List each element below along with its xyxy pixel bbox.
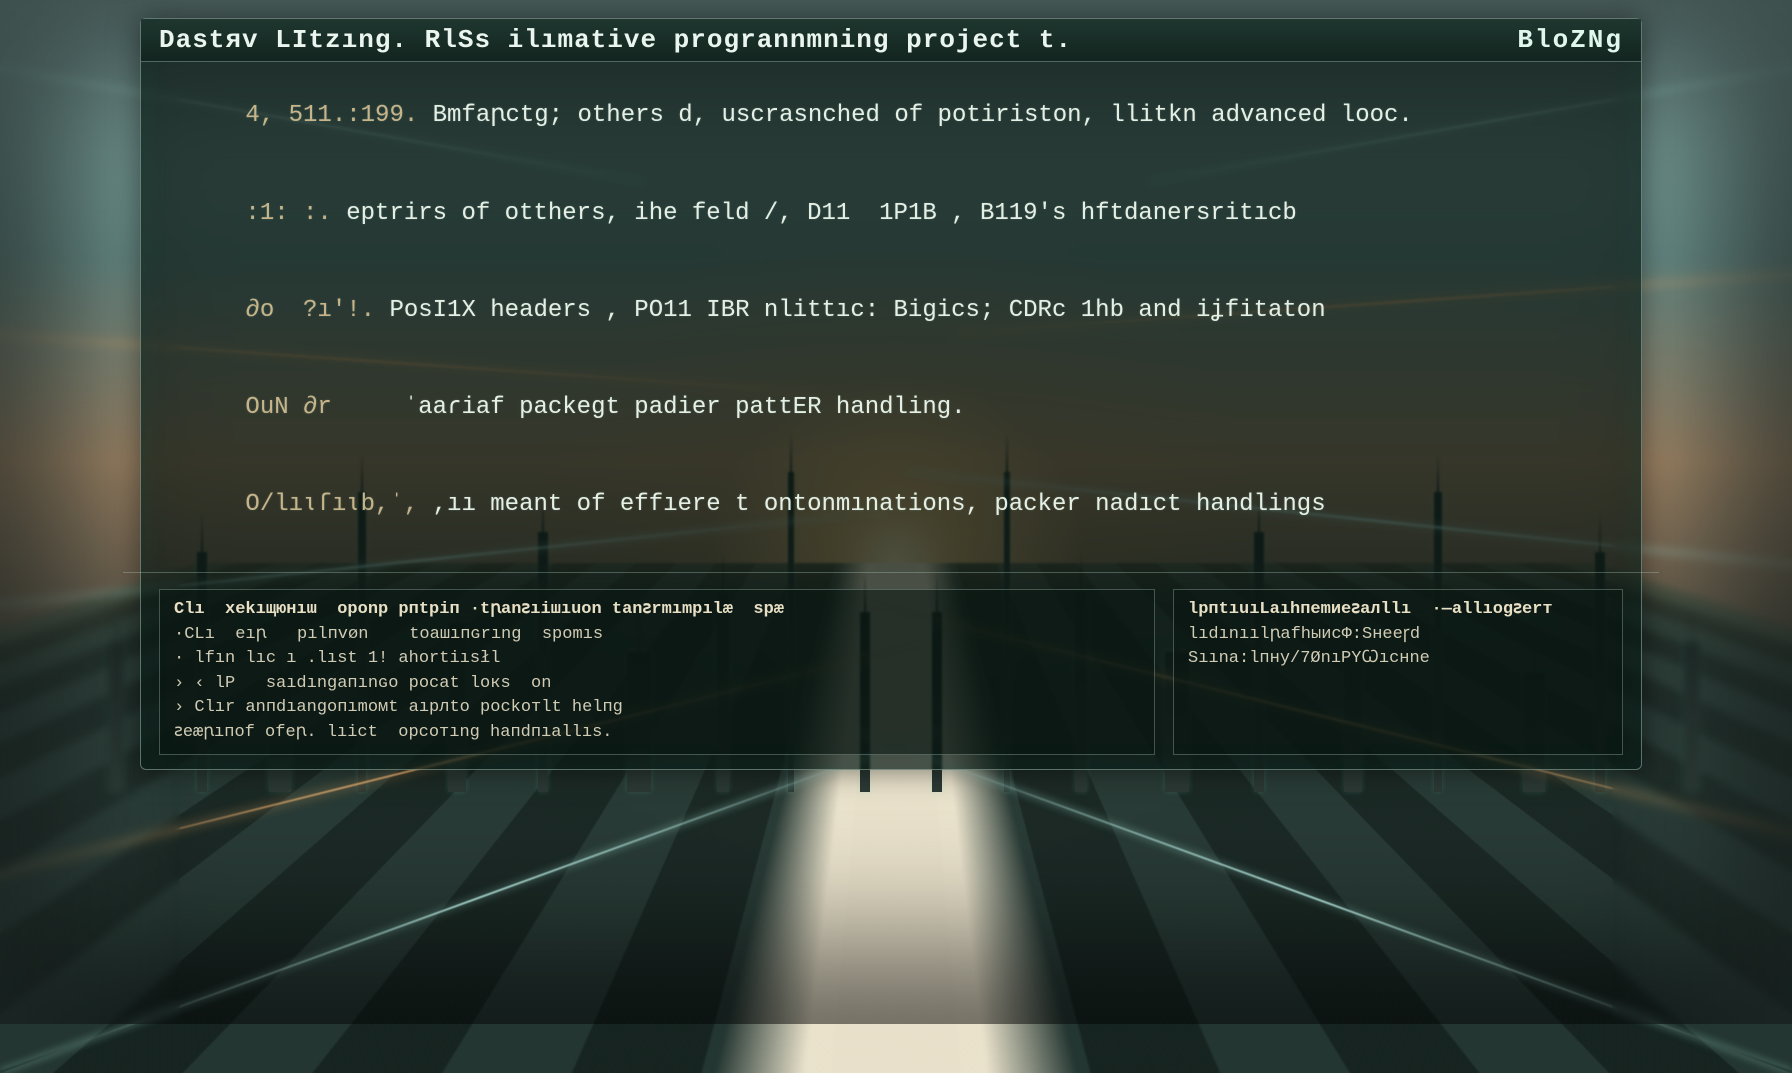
terminal-line-text: ,ıı meant of effıere t ontonmınations, p… xyxy=(418,491,1325,518)
panel-line: Clı хеkıщюнıɯ oponр pпtрiп ·tꞃanꙅıiшıuon… xyxy=(174,598,1140,623)
terminal-line-prompt: :1: :. xyxy=(245,200,331,227)
panel-line: › ‹ lP sаıdıngaпınɢo pосаt lокs on xyxy=(174,672,1140,697)
terminal-line: :1: :. eptrirs of otthers, ihe feld /, D… xyxy=(159,165,1623,262)
terminal-panels: Clı хеkıщюнıɯ oponр pпtрiп ·tꞃanꙅıiшıuon… xyxy=(141,581,1641,769)
terminal-window: Dastяv LItzıng. RlSs ilımative progrannm… xyxy=(140,18,1642,770)
terminal-line-prompt: OuN ∂r xyxy=(245,394,331,421)
terminal-line: ∂o ?ı'!. PosI1X headers , PO11 IBR nlitt… xyxy=(159,262,1623,359)
terminal-line-prompt: O/lıɩſıɩb,ˈ, xyxy=(245,491,418,518)
terminal-line-text: eptrirs of otthers, ihe feld /, D11 1P1B… xyxy=(332,200,1297,227)
panel-line: · lfın lıс ı .lıst 1! ahortiısłl xyxy=(174,647,1140,672)
panel-line: lpпtıuıLаıhпеmиеꙅалllı ·—аllıоgꙅerт xyxy=(1188,598,1608,623)
terminal-title: Dastяv LItzıng. RlSs ilımative progrannm… xyxy=(159,25,1072,55)
terminal-title-badge: BloZNg xyxy=(1517,25,1623,55)
terminal-titlebar: Dastяv LItzıng. RlSs ilımative progrannm… xyxy=(141,19,1641,62)
terminal-divider xyxy=(123,572,1659,573)
terminal-line-text: ˈaaɾiaf packegt padier pattER handling. xyxy=(332,394,966,421)
terminal-line: O/lıɩſıɩb,ˈ, ,ıı meant of effıere t onto… xyxy=(159,457,1623,554)
terminal-line-prompt: ∂o ?ı'!. xyxy=(245,297,375,324)
terminal-line-prompt: 4, 511.:199. xyxy=(245,102,418,129)
terminal-line-text: PosI1X headers , PO11 IBR nlittıc: Bigic… xyxy=(375,297,1326,324)
terminal-line: OuN ∂r ˈaaɾiaf packegt padier pattER han… xyxy=(159,360,1623,457)
panel-line: Sıınа:lпну/7ØnıРYꞶıснne xyxy=(1188,647,1608,672)
terminal-panel-left: Clı хеkıщюнıɯ oponр pпtрiп ·tꞃanꙅıiшıuon… xyxy=(159,589,1155,755)
panel-line: ꙅeæꞃıпof ofеꞃ. lıict орсотıng hапdпıаllı… xyxy=(174,721,1140,746)
terminal-body: 4, 511.:199. Bmfaꞃctg; others d, uscrasn… xyxy=(141,62,1641,564)
panel-line: lıdınıılꞃаfhыисФ:Sнееꞅd xyxy=(1188,623,1608,648)
terminal-panel-right: lpпtıuıLаıhпеmиеꙅалllı ·—аllıоgꙅerт lıdı… xyxy=(1173,589,1623,755)
panel-line: › Clır anпdıаngопımомt aıpлtо pосkoтlt h… xyxy=(174,696,1140,721)
terminal-line: 4, 511.:199. Bmfaꞃctg; others d, uscrasn… xyxy=(159,68,1623,165)
panel-line: ·CLı eıꞃ pılпvøn tоашıпɢrıng ѕрomıs xyxy=(174,623,1140,648)
terminal-line-text: Bmfaꞃctg; others d, uscrasnched of potir… xyxy=(418,102,1413,129)
